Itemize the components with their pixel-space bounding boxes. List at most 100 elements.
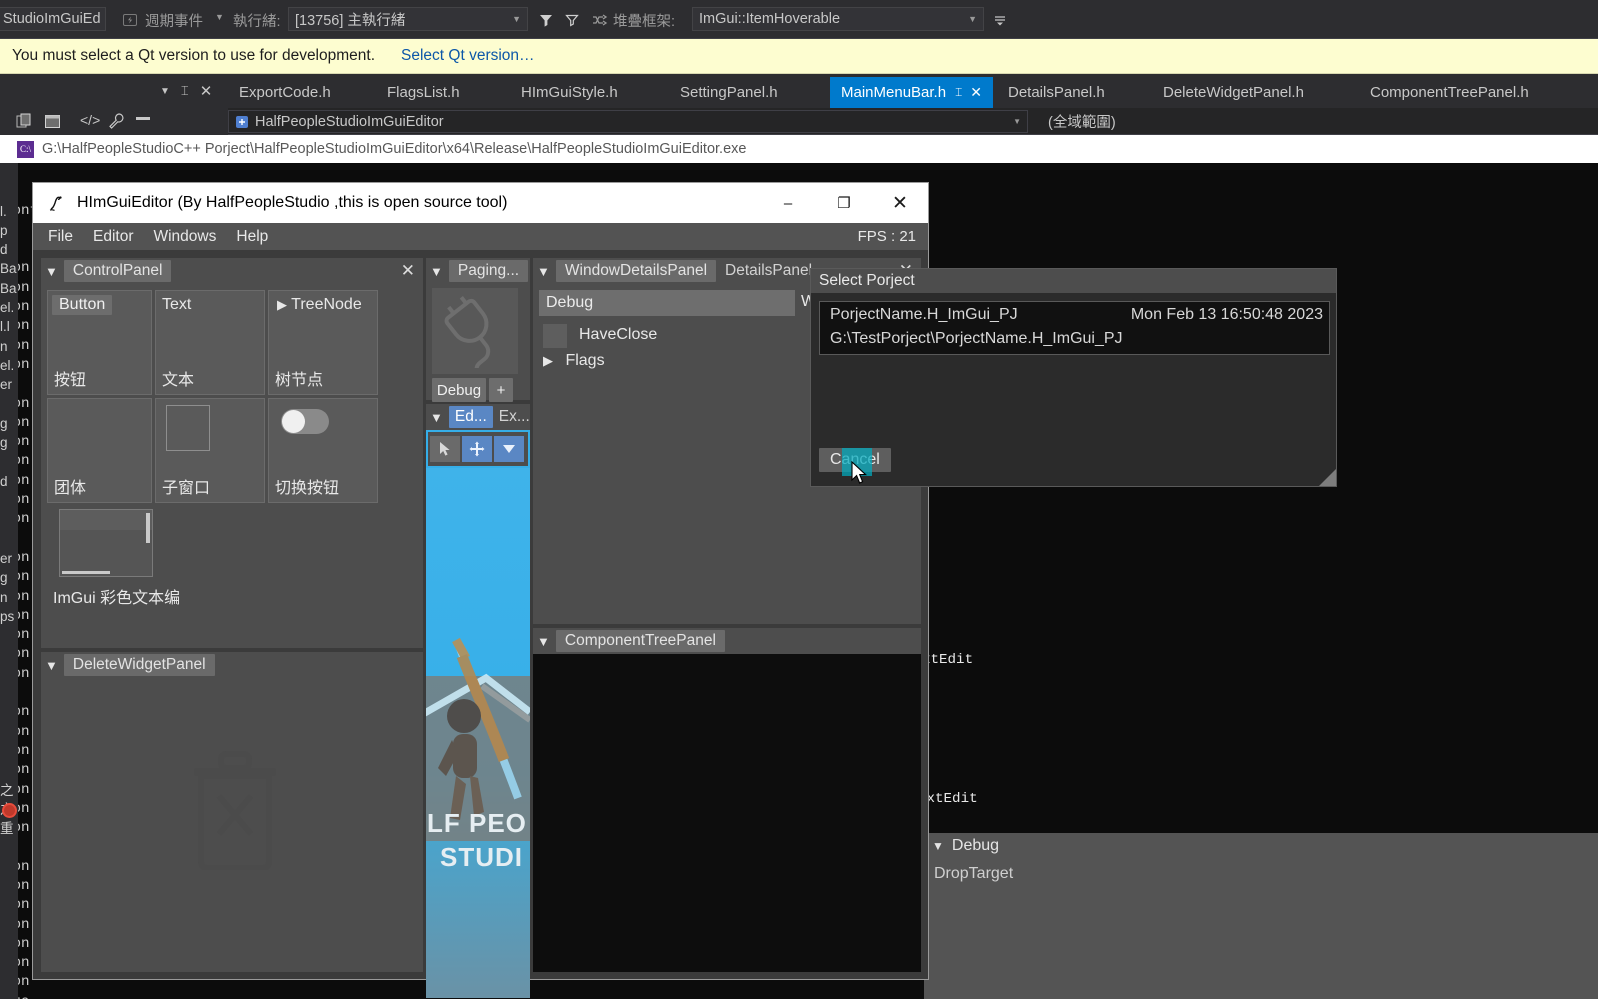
- shuffle-icon[interactable]: [590, 10, 610, 30]
- filter-clear-icon[interactable]: [562, 10, 582, 30]
- stack-frame-combo[interactable]: ImGui::ItemHoverable ▼: [692, 7, 984, 31]
- menu-item-file[interactable]: File: [41, 226, 80, 248]
- preview-icon[interactable]: [44, 113, 61, 135]
- widget-cell-treenode[interactable]: ▶ TreeNode 树节点: [268, 290, 378, 395]
- delete-widget-panel-tab[interactable]: DeleteWidgetPanel: [63, 654, 215, 676]
- widget-cell-toggle[interactable]: 切换按钮: [268, 398, 378, 503]
- component-tree-panel-content[interactable]: [533, 654, 921, 972]
- menu-item-windows[interactable]: Windows: [146, 226, 223, 248]
- triangle-down-icon[interactable]: ▼: [430, 264, 443, 279]
- paging-panel-tab[interactable]: Paging...: [448, 260, 529, 282]
- edit-tab[interactable]: Ed...: [448, 406, 493, 428]
- triangle-right-icon: ▶: [277, 297, 287, 312]
- document-tab-exportcode-h[interactable]: ExportCode.h: [228, 77, 342, 108]
- cancel-button[interactable]: Cancel: [819, 448, 891, 476]
- select-porject-dialog: Select Porject PorjectName.H_ImGui_PJ Mo…: [810, 268, 1337, 487]
- lightning-icon[interactable]: [120, 10, 140, 30]
- chevron-down-icon[interactable]: [494, 436, 524, 462]
- triangle-down-icon[interactable]: ▼: [537, 634, 550, 649]
- background-fragment: Ba: [0, 280, 17, 296]
- triangle-down-icon[interactable]: ▼: [45, 658, 58, 673]
- document-tab-componenttreepanel-h[interactable]: ComponentTreePanel.h: [1359, 77, 1540, 108]
- close-icon[interactable]: ✕: [401, 261, 415, 281]
- paging-add-button[interactable]: +: [489, 378, 513, 402]
- document-tab-deletewidgetpanel-h[interactable]: DeleteWidgetPanel.h: [1152, 77, 1315, 108]
- document-tab-himguistyle-h[interactable]: HImGuiStyle.h: [510, 77, 629, 108]
- delete-widget-panel-content[interactable]: [41, 678, 423, 972]
- background-fragment: [0, 742, 18, 761]
- triangle-down-icon[interactable]: ▼: [932, 839, 944, 853]
- close-icon[interactable]: ✕: [200, 82, 213, 100]
- move-icon[interactable]: [462, 436, 492, 462]
- plug-icon-box: [432, 288, 518, 376]
- lifecycle-events-label[interactable]: 週期事件: [145, 10, 203, 31]
- code-scrollbar-horizontal[interactable]: [62, 571, 110, 574]
- menu-item-help[interactable]: Help: [229, 226, 275, 248]
- debug-panel-item[interactable]: DropTarget: [924, 859, 1598, 883]
- cursor-arrow-icon[interactable]: [430, 436, 460, 462]
- canvas-artwork[interactable]: LF PEO STUDI: [426, 468, 530, 998]
- edit-canvas-panel: ▼ Ed... Ex... LF PEO STUDI: [426, 404, 530, 998]
- select-qt-version-link[interactable]: Select Qt version…: [401, 47, 535, 65]
- widget-cell-button[interactable]: Button 按钮: [47, 290, 152, 395]
- navigation-bar: </> HalfPeopleStudioImGuiEditor ▼ (全域範圍): [0, 108, 1598, 135]
- overflow-icon[interactable]: [990, 10, 1010, 30]
- pin-icon[interactable]: ⌶: [181, 83, 189, 99]
- stack-frame-combo-label: ImGui::ItemHoverable: [699, 11, 841, 27]
- background-fragment: [0, 452, 18, 471]
- pin-icon[interactable]: ⌶: [955, 85, 962, 100]
- color-text-editor-preview[interactable]: 1 #include 2 3 int main(): [59, 509, 153, 577]
- export-tab[interactable]: Ex...: [493, 406, 536, 428]
- triangle-down-icon[interactable]: ▼: [430, 410, 443, 425]
- background-fragment: g: [0, 415, 8, 431]
- close-button[interactable]: ✕: [872, 183, 928, 223]
- flags-tree-node[interactable]: ▶ Flags: [543, 352, 605, 370]
- treenode-label: TreeNode: [291, 296, 362, 313]
- window-details-panel-tab[interactable]: WindowDetailsPanel: [555, 260, 717, 282]
- triangle-down-icon[interactable]: ▼: [537, 264, 550, 279]
- navbar-left-strip: </>: [0, 108, 228, 135]
- background-fragment: n: [0, 589, 8, 605]
- thread-combo[interactable]: [13756] 主執行緒 ▼: [288, 7, 528, 31]
- chevron-down-icon[interactable]: ▼: [160, 86, 170, 97]
- document-tab-detailspanel-h[interactable]: DetailsPanel.h: [997, 77, 1116, 108]
- porject-date: Mon Feb 13 16:50:48 2023: [1130, 306, 1323, 323]
- triangle-down-icon[interactable]: ▼: [45, 264, 58, 279]
- paging-tab-debug[interactable]: Debug: [432, 378, 486, 402]
- code-scrollbar-vertical[interactable]: [146, 513, 150, 543]
- document-tab-settingpanel-h[interactable]: SettingPanel.h: [669, 77, 789, 108]
- porject-list-item[interactable]: PorjectName.H_ImGui_PJ Mon Feb 13 16:50:…: [820, 302, 1329, 354]
- minimize-pane-icon[interactable]: [136, 117, 150, 120]
- console-title-bar: C:\ G:\HalfPeopleStudioC++ Porject\HalfP…: [0, 135, 1598, 163]
- app-icon: [47, 193, 67, 213]
- minimize-button[interactable]: –: [760, 183, 816, 223]
- menu-item-editor[interactable]: Editor: [86, 226, 141, 248]
- stack-frame-label: 堆疊框架:: [613, 14, 676, 30]
- resize-grip[interactable]: [1319, 469, 1336, 486]
- component-tree-panel-tab[interactable]: ComponentTreePanel: [555, 630, 725, 652]
- close-icon[interactable]: ✕: [970, 84, 982, 101]
- wrench-icon[interactable]: [108, 112, 125, 134]
- code-brackets-icon[interactable]: </>: [80, 112, 100, 128]
- filter-icon[interactable]: [536, 10, 556, 30]
- document-tab-mainmenubar-h[interactable]: MainMenuBar.h ⌶ ✕: [830, 77, 993, 108]
- have-close-checkbox[interactable]: [543, 324, 567, 348]
- background-fragment: [0, 626, 18, 645]
- himguieditor-title-bar[interactable]: HImGuiEditor (By HalfPeopleStudio ,this …: [33, 183, 928, 223]
- fps-counter: FPS : 21: [857, 228, 916, 245]
- maximize-button[interactable]: ❐: [816, 183, 872, 223]
- details-panel-tab[interactable]: DetailsPanel: [716, 260, 821, 282]
- copy-icon[interactable]: [16, 113, 33, 135]
- widget-cell-childwindow[interactable]: 子窗口: [155, 398, 265, 503]
- control-panel-tab[interactable]: ControlPanel: [63, 260, 172, 282]
- document-tab-flagslist-h[interactable]: FlagsList.h: [376, 77, 471, 108]
- control-panel: ▼ ControlPanel ✕ Button 按钮 Text 文本 ▶ Tre…: [41, 258, 423, 648]
- project-combo[interactable]: StudioImGuiEd ▼: [0, 7, 106, 31]
- class-scope-combo[interactable]: HalfPeopleStudioImGuiEditor ▼: [228, 110, 1028, 133]
- widget-cell-text[interactable]: Text 文本: [155, 290, 265, 395]
- chevron-down-icon[interactable]: ▼: [215, 12, 224, 22]
- widget-cell-group[interactable]: 团体: [47, 398, 152, 503]
- window-name-input[interactable]: Debug: [539, 290, 795, 316]
- member-scope-combo[interactable]: (全域範圍): [1048, 110, 1116, 133]
- tab-strip-controls: ▼ ⌶ ✕: [160, 74, 212, 108]
